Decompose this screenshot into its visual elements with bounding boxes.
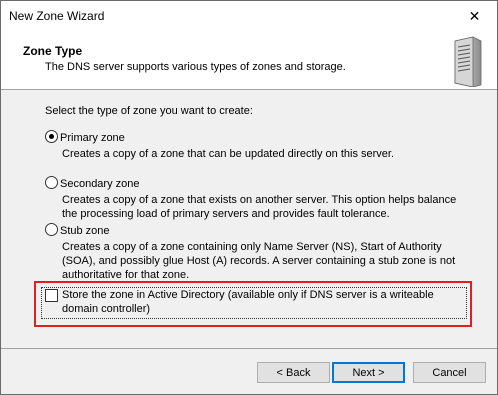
- radio-button[interactable]: [45, 223, 58, 236]
- ad-store-label[interactable]: Store the zone in Active Directory (avai…: [62, 288, 472, 316]
- page-title: Zone Type: [23, 44, 83, 58]
- radio-stub-zone[interactable]: Stub zone: [45, 223, 110, 237]
- stub-zone-description: Creates a copy of a zone containing only…: [62, 241, 456, 281]
- radio-secondary-zone[interactable]: Secondary zone: [45, 176, 140, 190]
- option-label: Primary zone: [60, 132, 125, 144]
- next-button[interactable]: Next >: [332, 362, 405, 383]
- back-button[interactable]: < Back: [257, 362, 330, 383]
- title-bar[interactable]: New Zone Wizard ✕: [1, 1, 497, 31]
- wizard-header: Zone Type The DNS server supports variou…: [1, 31, 497, 90]
- option-label: Secondary zone: [60, 178, 140, 190]
- wizard-window: New Zone Wizard ✕ Zone Type The DNS serv…: [0, 0, 498, 395]
- footer-divider: [1, 348, 497, 349]
- radio-button[interactable]: [45, 176, 58, 189]
- page-subtitle: The DNS server supports various types of…: [45, 61, 346, 73]
- close-icon[interactable]: ✕: [452, 1, 497, 31]
- primary-zone-description: Creates a copy of a zone that can be upd…: [62, 148, 395, 160]
- server-tower-icon: [454, 36, 482, 87]
- ad-store-highlight: Store the zone in Active Directory (avai…: [34, 281, 472, 327]
- secondary-zone-description: Creates a copy of a zone that exists on …: [62, 194, 457, 220]
- window-title: New Zone Wizard: [9, 9, 105, 23]
- radio-primary-zone[interactable]: Primary zone: [45, 130, 125, 144]
- wizard-content: Select the type of zone you want to crea…: [1, 90, 497, 335]
- option-label: Stub zone: [60, 225, 110, 237]
- radio-button-selected[interactable]: [45, 130, 58, 143]
- cancel-button[interactable]: Cancel: [413, 362, 486, 383]
- ad-store-checkbox[interactable]: [45, 289, 58, 302]
- zone-type-prompt: Select the type of zone you want to crea…: [45, 105, 253, 117]
